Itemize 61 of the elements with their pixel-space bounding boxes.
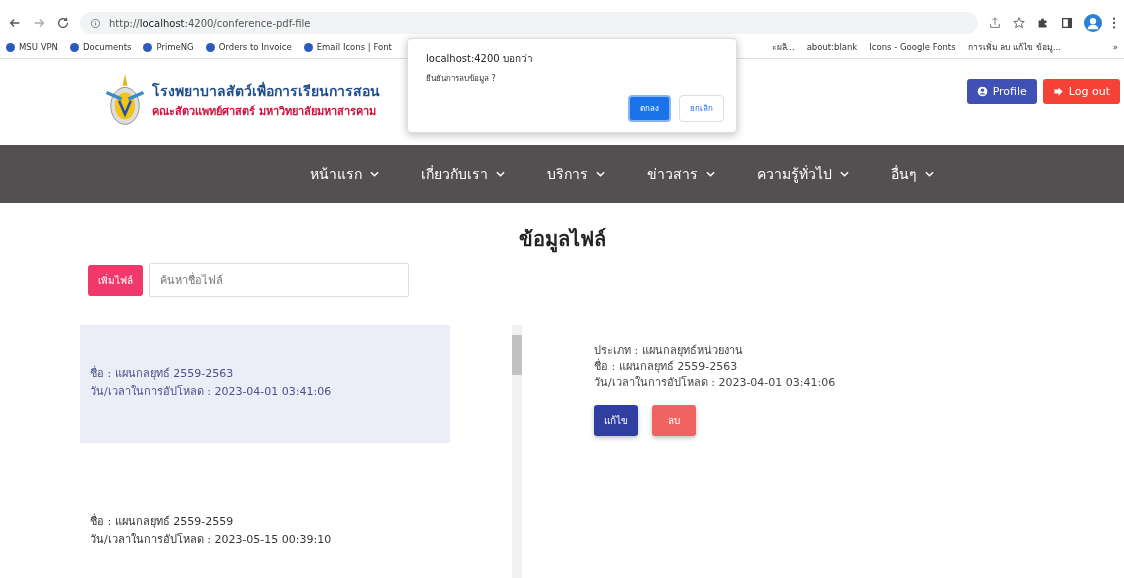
bookmark-icon [6,42,15,52]
more-bookmarks[interactable]: » [1112,42,1118,52]
share-icon[interactable] [988,16,1002,30]
chevron-down-icon [496,171,505,177]
upload-time: วัน/เวลาในการอัปโหลด : 2023-05-15 00:39:10 [90,532,333,548]
file-type: ประเภท : แผนกลยุทธ์หน่วยงาน [594,343,744,358]
bookmark-icon [143,42,153,52]
search-field[interactable]: ค้นหาชื่อไฟล์ [149,263,409,297]
reload-icon[interactable] [56,16,70,30]
nav-menu-item[interactable]: เกี่ยวกับเรา [421,163,505,185]
side-panel-icon[interactable] [1060,16,1074,30]
nav-menu-item[interactable]: อื่นๆ [891,163,934,185]
file-list-item[interactable]: ชื่อ : แผนกลยุทธ์ 2559-2563 วัน/เวลาในการอัปโหลด : 2023-04-01 03:41:06 [80,325,450,443]
chevron-down-icon [706,171,715,177]
scrollbar[interactable] [512,325,522,578]
puzzle-icon[interactable] [1036,16,1050,30]
chevron-down-icon [370,171,379,177]
bookmark[interactable]: MSU VPN [6,42,58,52]
edit-button[interactable]: แก้ไข [594,405,638,436]
bookmark[interactable]: about:blank [806,42,858,52]
cancel-button[interactable]: ยกเลิก [679,95,724,122]
upload-time: วัน/เวลาในการอัปโหลด : 2023-04-01 03:41:06 [594,375,836,391]
hospital-title: โรงพยาบาลสัตว์เพื่อการเรียนการสอน [152,80,380,101]
sign-out-icon [1052,86,1064,97]
page-title: ข้อมูลไฟล์ [517,226,607,255]
ok-button[interactable]: ตกลง [628,95,671,122]
file-name: ชื่อ : แผนกลยุทธ์ 2559-2559 [90,513,235,530]
file-list-item[interactable]: ชื่อ : แผนกลยุทธ์ 2559-2559 วัน/เวลาในการอัปโหลด : 2023-05-15 00:39:10 [80,473,450,578]
bookmark[interactable]: Documents [69,42,132,52]
logout-button[interactable]: Log out [1042,79,1120,104]
file-name: ชื่อ : แผนกลยุทธ์ 2559-2563 [90,365,235,382]
bookmark-icon [205,42,215,52]
star-icon[interactable] [1012,16,1026,30]
upload-time: วัน/เวลาในการอัปโหลด : 2023-04-01 03:41:06 [90,384,333,400]
info-icon[interactable] [90,17,101,29]
bookmark[interactable]: Orders to Invoice [205,42,292,52]
back-icon[interactable] [8,16,22,30]
address-bar[interactable]: http://localhost:4200/conference-pdf-file [80,12,978,34]
bookmark-icon [303,42,313,52]
bookmark[interactable]: การเพิ่ม ลบ แก้ไข ข้อมู... [967,40,1061,54]
menu-icon[interactable] [1112,16,1116,30]
bookmark[interactable]: PrimeNG [143,42,194,52]
file-name: ชื่อ : แผนกลยุทธ์ 2559-2563 [594,359,739,375]
dialog-message: ยืนยันการลบข้อมูล ? [426,73,497,85]
chevron-down-icon [925,171,934,177]
nav-menu-item[interactable]: ความรู้ทั่วไป [757,163,849,185]
nav-menu-item[interactable]: บริการ [547,163,605,185]
bookmark-icon [69,42,79,52]
add-file-button[interactable]: เพิ่มไฟล์ [88,264,143,296]
avatar-icon[interactable] [1084,14,1102,32]
profile-button[interactable]: Profile [966,79,1037,104]
dialog-title: localhost:4200 บอกว่า [426,52,534,66]
nav-menu-item[interactable]: หน้าแรก [310,163,379,185]
user-icon [976,86,988,97]
nav-menu-item[interactable]: ข่าวสาร [647,163,715,185]
bookmark[interactable]: Icons - Google Fonts [869,42,956,52]
bookmark[interactable]: Email Icons | Font [303,42,392,52]
faculty-subtitle: คณะสัตวแพทย์ศาสตร์ มหาวิทยาลัยมหาสารคาม [152,104,377,120]
bookmark[interactable]: ะผลิ... [771,40,795,54]
chevron-down-icon [596,171,605,177]
chevron-down-icon [840,171,849,177]
